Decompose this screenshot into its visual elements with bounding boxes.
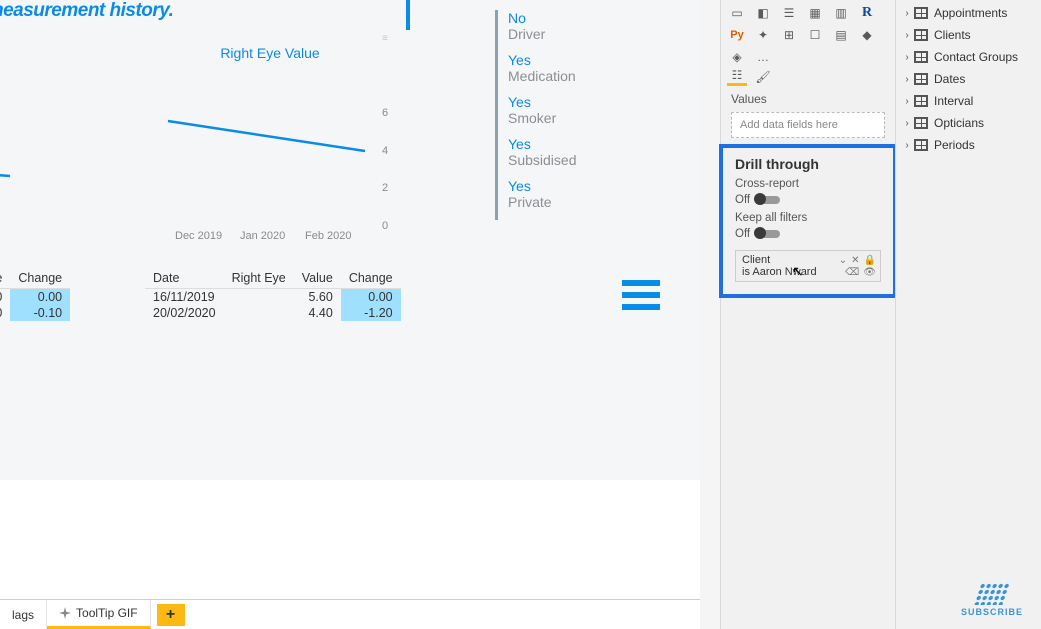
viz-decomp-icon[interactable]: ⊞ — [779, 26, 799, 44]
table-row[interactable]: 2.90 -0.10 — [0, 305, 70, 321]
expand-icon[interactable]: › — [900, 118, 914, 129]
page-tabs: lags ToolTip GIF + — [0, 599, 700, 629]
tab-tooltip-gif[interactable]: ToolTip GIF — [47, 600, 151, 629]
expand-icon[interactable]: › — [900, 74, 914, 85]
viz-kpi-icon[interactable]: ◧ — [753, 4, 773, 22]
chart-left-eye[interactable]: ue Feb 2020 — [0, 45, 140, 245]
format-mode-icon[interactable]: 🖌 — [753, 68, 773, 86]
viz-r-icon[interactable]: R — [857, 4, 877, 22]
keep-filters-toggle[interactable]: Off — [735, 228, 881, 240]
chart-right-eye[interactable]: Right Eye Value 6 4 2 0 Dec 2019 Jan 202… — [120, 45, 420, 245]
col-date[interactable]: Date — [145, 268, 224, 289]
drill-through-section: Drill through Cross-report Off Keep all … — [719, 144, 897, 298]
flag-medication: Yes Medication — [508, 52, 625, 84]
table-row[interactable]: 20/02/2020 4.40 -1.20 — [145, 305, 401, 321]
table-interval[interactable]: › Interval — [896, 90, 1041, 112]
chip-filter-desc: is Aaron Nward — [742, 266, 817, 278]
chart-title: Right Eye Value — [120, 45, 420, 61]
col-righteye[interactable]: Right Eye — [224, 268, 294, 289]
chevron-down-icon[interactable]: ⌄ — [839, 255, 847, 266]
flag-subsidised: Yes Subsidised — [508, 136, 625, 168]
viz-qna-icon[interactable]: ☐ — [805, 26, 825, 44]
table-appointments[interactable]: › Appointments — [896, 2, 1041, 24]
viz-paginated-icon[interactable]: ▤ — [831, 26, 851, 44]
cross-report-toggle[interactable]: Off — [735, 194, 881, 206]
col-value[interactable]: Value — [294, 268, 341, 289]
viz-keyinfluencers-icon[interactable]: ✦ — [753, 26, 773, 44]
visual-grip-icon[interactable]: ≡ — [382, 33, 389, 44]
flag-driver: No Driver — [508, 10, 625, 42]
viz-card-icon[interactable]: ▭ — [727, 4, 747, 22]
flags-panel: No Driver Yes Medication Yes Smoker Yes … — [495, 10, 625, 220]
remove-icon[interactable]: ✕ — [851, 255, 859, 266]
drill-field-chip[interactable]: Client ⌄ ✕ 🔒 is Aaron Nward ⌫ 👁 ↖ — [735, 250, 881, 282]
table-dates[interactable]: › Dates — [896, 68, 1041, 90]
y-tick: 0 — [382, 220, 388, 232]
expand-icon[interactable]: › — [900, 52, 914, 63]
lock-icon[interactable]: 🔒 — [864, 255, 876, 266]
chart-title: ue — [0, 45, 140, 61]
x-tick: Feb 2020 — [305, 230, 351, 241]
report-page[interactable]: nt eye measurement history. ≡ ue Feb 202… — [0, 0, 700, 480]
viz-matrix-icon[interactable]: ▥ — [831, 4, 851, 22]
keep-filters-label: Keep all filters — [735, 212, 881, 224]
viz-python-icon[interactable]: Py — [727, 26, 747, 44]
table-icon — [914, 7, 928, 19]
y-tick: 4 — [382, 145, 388, 157]
fields-mode-icon[interactable]: ☷ — [727, 68, 747, 86]
y-tick: 2 — [382, 182, 388, 194]
col-change[interactable]: Change — [341, 268, 401, 289]
table-icon — [914, 29, 928, 41]
fields-pane: › Appointments › Clients › Contact Group… — [895, 0, 1041, 629]
table-clients[interactable]: › Clients — [896, 24, 1041, 46]
col-change[interactable]: Change — [10, 268, 70, 289]
eye-icon[interactable]: 👁 — [863, 267, 876, 278]
viz-powerapps-icon[interactable]: ◆ — [857, 26, 877, 44]
menu-icon[interactable] — [622, 280, 660, 310]
dna-icon — [973, 583, 1010, 605]
table-contact-groups[interactable]: › Contact Groups — [896, 46, 1041, 68]
table-right[interactable]: Date Right Eye Value Change 16/11/2019 5… — [145, 268, 401, 321]
table-icon — [914, 139, 928, 151]
report-canvas: nt eye measurement history. ≡ ue Feb 202… — [0, 0, 700, 629]
cross-report-label: Cross-report — [735, 178, 881, 190]
table-icon — [914, 51, 928, 63]
tab-flags[interactable]: lags — [0, 600, 47, 629]
viz-multirow-icon[interactable]: ☰ — [779, 4, 799, 22]
expand-icon[interactable]: › — [900, 140, 914, 151]
cursor-icon: ↖ — [792, 263, 804, 280]
table-periods[interactable]: › Periods — [896, 134, 1041, 156]
table-row[interactable]: 3.00 0.00 — [0, 289, 70, 306]
add-page-button[interactable]: + — [157, 604, 185, 626]
table-icon — [914, 95, 928, 107]
values-label: Values — [721, 88, 895, 108]
flag-smoker: Yes Smoker — [508, 94, 625, 126]
page-title: nt eye measurement history. — [0, 0, 410, 30]
visualizations-pane: ▭ ◧ ☰ ▦ ▥ R Py ✦ ⊞ ☐ ▤ ◆ ◈ … ☷ 🖌 Values … — [720, 0, 895, 629]
expand-icon[interactable]: › — [900, 8, 914, 19]
values-field-well[interactable]: Add data fields here — [731, 112, 885, 138]
table-left[interactable]: alue Change 3.00 0.00 2.90 -0.10 — [0, 268, 70, 321]
flag-private: Yes Private — [508, 178, 625, 210]
erase-icon[interactable]: ⌫ — [845, 267, 859, 278]
y-tick: 6 — [382, 107, 388, 119]
viz-table-icon[interactable]: ▦ — [805, 4, 825, 22]
col-value[interactable]: alue — [0, 268, 10, 289]
table-opticians[interactable]: › Opticians — [896, 112, 1041, 134]
viz-arcgis-icon[interactable]: ◈ — [727, 48, 747, 66]
expand-icon[interactable]: › — [900, 30, 914, 41]
viz-gallery: ▭ ◧ ☰ ▦ ▥ R Py ✦ ⊞ ☐ ▤ ◆ ◈ … — [721, 0, 895, 68]
x-tick: Jan 2020 — [240, 230, 285, 241]
x-tick: Dec 2019 — [175, 230, 222, 241]
chip-field-name: Client — [742, 254, 770, 266]
pin-icon — [59, 607, 71, 619]
expand-icon[interactable]: › — [900, 96, 914, 107]
table-icon — [914, 73, 928, 85]
viz-mode-row: ☷ 🖌 — [721, 68, 895, 88]
viz-more-icon[interactable]: … — [753, 48, 773, 66]
watermark-subscribe: SUBSCRIBE — [961, 583, 1023, 617]
drill-through-title: Drill through — [735, 156, 881, 172]
table-row[interactable]: 16/11/2019 5.60 0.00 — [145, 289, 401, 306]
table-icon — [914, 117, 928, 129]
